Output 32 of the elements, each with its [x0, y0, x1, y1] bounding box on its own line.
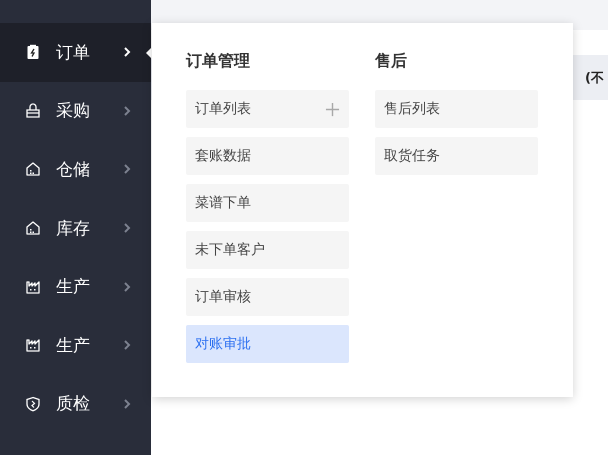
sidebar-item[interactable]: 库存	[0, 198, 151, 258]
shield-icon	[25, 396, 41, 412]
house-icon	[25, 161, 41, 178]
sidebar-item[interactable]: 质检	[0, 374, 151, 434]
sidebar-item[interactable]: 仓储	[0, 140, 151, 199]
chevron-right-icon	[123, 398, 131, 410]
column-header: (不	[585, 70, 604, 86]
menu-item[interactable]: 套账数据	[186, 137, 349, 175]
menu-group-heading: 订单管理	[186, 51, 251, 72]
menu-item[interactable]: 订单审核	[186, 278, 349, 316]
chevron-right-icon	[123, 163, 131, 176]
chevron-right-icon	[123, 222, 131, 234]
factory-icon	[25, 278, 41, 295]
menu-item[interactable]: 订单列表	[186, 90, 349, 128]
sidebar-item[interactable]: 生产	[0, 257, 151, 316]
sidebar-item[interactable]: 订单	[0, 23, 151, 82]
plus-icon[interactable]	[325, 102, 340, 116]
factory-icon	[25, 337, 41, 354]
chevron-right-icon	[123, 46, 131, 58]
chevron-right-icon	[123, 339, 131, 352]
house-icon	[25, 220, 41, 236]
menu-item[interactable]: 未下单客户	[186, 231, 349, 269]
menu-item[interactable]: 取货任务	[375, 137, 538, 175]
chevron-right-icon	[123, 104, 131, 117]
sidebar-item[interactable]: 生产	[0, 316, 151, 375]
chevron-right-icon	[123, 280, 131, 293]
clipboard-icon	[25, 44, 41, 60]
sidebar-item[interactable]: 采购	[0, 82, 151, 140]
menu-item[interactable]: 对账审批	[186, 325, 349, 363]
menu-group-heading: 售后	[375, 51, 408, 72]
menu-item[interactable]: 菜谱下单	[186, 184, 349, 222]
menu-item[interactable]: 售后列表	[375, 90, 538, 128]
